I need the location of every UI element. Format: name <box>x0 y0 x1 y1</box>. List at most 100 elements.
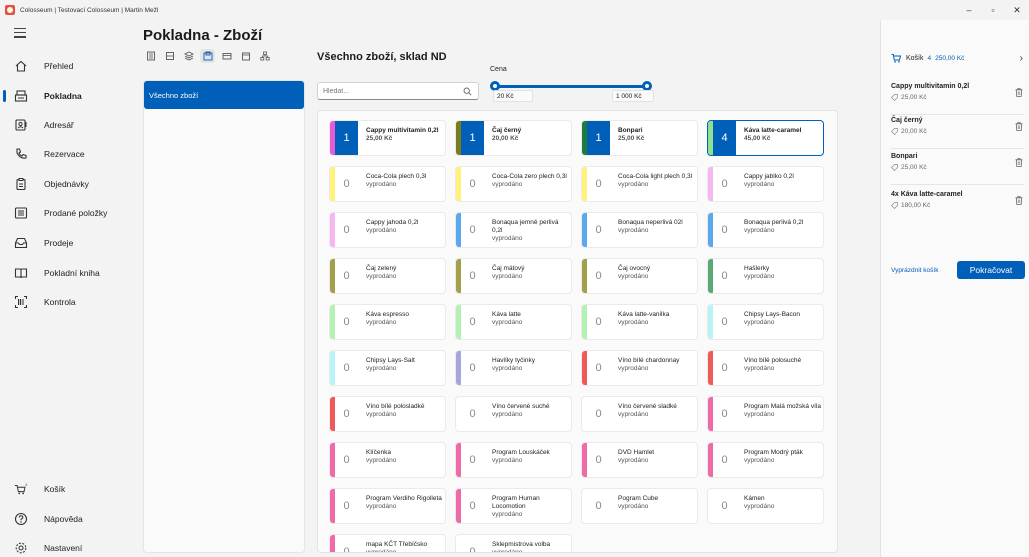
trash-icon[interactable] <box>1015 158 1023 169</box>
toolbar-hierarchy-button[interactable] <box>257 49 272 63</box>
product-tile[interactable]: 0 Havlíky tyčinky vyprodáno <box>455 350 572 386</box>
nav-item-pokladni-kniha[interactable]: Pokladní kniha <box>0 260 122 286</box>
product-tile[interactable]: 4 Káva latte-caramel 45,00 Kč <box>707 120 824 156</box>
product-name: Program Verdiho Rigolleta <box>366 495 442 502</box>
product-tile[interactable]: 0 Víno bílé chardonnay vyprodáno <box>581 350 698 386</box>
nav-item-napoveda[interactable]: Nápověda <box>0 506 122 532</box>
product-tile[interactable]: 0 Čaj ovocný vyprodáno <box>581 258 698 294</box>
nav-item-pokladna[interactable]: Pokladna <box>0 83 122 109</box>
product-tile[interactable]: 0 Program Human Locomotion vyprodáno <box>455 488 572 524</box>
cart-item: Čaj černý 20,00 Kč <box>891 117 1027 147</box>
price-filter-label: Cena <box>490 66 507 73</box>
product-tile[interactable]: 0 Bonaqua perlivá 0,2l vyprodáno <box>707 212 824 248</box>
product-tile[interactable]: 0 Program Verdiho Rigolleta vyprodáno <box>329 488 446 524</box>
product-subtitle: vyprodáno <box>366 180 397 188</box>
chevron-right-icon[interactable]: › <box>1020 53 1023 64</box>
trash-icon[interactable] <box>1015 196 1023 207</box>
product-tile[interactable]: 0 Pogram Cube vyprodáno <box>581 488 698 524</box>
product-tile[interactable]: 0 Víno bílé polosuché vyprodáno <box>707 350 824 386</box>
product-tile[interactable]: 0 Káva espresso vyprodáno <box>329 304 446 340</box>
search-icon[interactable] <box>463 87 472 98</box>
content-title: Všechno zboží, sklad ND <box>317 51 447 63</box>
toolbar-ticket-button[interactable] <box>162 49 177 63</box>
product-tile[interactable]: 0 Chipsy Lays-Bacon vyprodáno <box>707 304 824 340</box>
nav-item-prodane-polozky[interactable]: Prodané položky <box>0 200 122 226</box>
cart-header[interactable]: Košík 4 250,00 Kč <box>891 53 964 63</box>
product-tile[interactable]: 0 Coca-Cola plech 0,3l vyprodáno <box>329 166 446 202</box>
product-quantity: 0 <box>343 454 350 466</box>
minimize-button[interactable]: – <box>957 0 981 20</box>
clear-cart-link[interactable]: Vyprázdnit košík <box>891 267 938 274</box>
product-tile[interactable]: 0 Klíčenka vyprodáno <box>329 442 446 478</box>
product-tile[interactable]: 0 mapa KČT Třebíčsko vyprodáno <box>329 534 446 552</box>
product-tile[interactable]: 0 Víno červené sladké vyprodáno <box>581 396 698 432</box>
nav-item-nastaveni[interactable]: Nastavení <box>0 535 122 557</box>
price-min-value[interactable]: 20 Kč <box>493 90 533 102</box>
product-subtitle: 45,00 Kč <box>744 134 771 142</box>
toolbar-calendar-button[interactable] <box>238 49 253 63</box>
product-tile[interactable]: 0 Víno červené suché vyprodáno <box>455 396 572 432</box>
product-tile[interactable]: 1 Cappy multivitamin 0,2l 25,00 Kč <box>329 120 446 156</box>
toolbar-card-button[interactable] <box>219 49 234 63</box>
product-tile[interactable]: 0 Hašlerky vyprodáno <box>707 258 824 294</box>
product-subtitle: vyprodáno <box>744 502 775 510</box>
nav-item-prodeje[interactable]: Prodeje <box>0 230 122 256</box>
product-quantity: 0 <box>469 178 476 190</box>
product-quantity: 0 <box>343 224 350 236</box>
product-subtitle: vyprodáno <box>618 318 649 326</box>
product-tile[interactable]: 0 Kámen vyprodáno <box>707 488 824 524</box>
product-quantity: 0 <box>469 362 476 374</box>
product-quantity: 0 <box>595 362 602 374</box>
category-item-all[interactable]: Všechno zboží <box>144 81 304 109</box>
product-quantity: 0 <box>595 316 602 328</box>
product-tile[interactable]: 0 Víno bílé polosladké vyprodáno <box>329 396 446 432</box>
inbox-icon <box>14 236 28 250</box>
product-subtitle: vyprodáno <box>618 410 649 418</box>
product-tile[interactable]: 0 Program Modrý pták vyprodáno <box>707 442 824 478</box>
product-tile[interactable]: 0 Coca-Cola zero plech 0,3l vyprodáno <box>455 166 572 202</box>
price-max-value[interactable]: 1 000 Kč <box>612 90 654 102</box>
product-quantity: 4 <box>713 121 736 155</box>
product-tile[interactable]: 0 Káva latte vyprodáno <box>455 304 572 340</box>
product-tile[interactable]: 0 Program Louskáček vyprodáno <box>455 442 572 478</box>
close-button[interactable]: ✕ <box>1005 0 1029 20</box>
product-tile[interactable]: 0 Bonaqua neperlivá 02l vyprodáno <box>581 212 698 248</box>
product-tile[interactable]: 0 Sklepmistrova volba vyprodáno <box>455 534 572 552</box>
nav-item-objednavky[interactable]: Objednávky <box>0 171 122 197</box>
toolbar-goods-button[interactable] <box>200 49 215 63</box>
product-tile[interactable]: 0 Káva latte-vanilka vyprodáno <box>581 304 698 340</box>
product-quantity: 1 <box>461 121 484 155</box>
hamburger-menu-icon[interactable] <box>14 28 26 38</box>
nav-item-kosik[interactable]: 4 Košík <box>0 476 122 502</box>
price-range-slider[interactable] <box>490 81 652 91</box>
product-name: Havlíky tyčinky <box>492 357 535 364</box>
product-subtitle: vyprodáno <box>492 510 523 518</box>
nav-item-adresar[interactable]: Adresář <box>0 112 122 138</box>
product-quantity: 0 <box>343 500 350 512</box>
nav-label: Nápověda <box>44 514 83 524</box>
toolbar-calculator-button[interactable] <box>143 49 158 63</box>
product-tile[interactable]: 0 Čaj zelený vyprodáno <box>329 258 446 294</box>
toolbar-layers-button[interactable] <box>181 49 196 63</box>
nav-item-rezervace[interactable]: Rezervace <box>0 141 122 167</box>
trash-icon[interactable] <box>1015 88 1023 99</box>
nav-item-kontrola[interactable]: Kontrola <box>0 289 122 315</box>
product-tile[interactable]: 0 Cappy jablko 0,2l vyprodáno <box>707 166 824 202</box>
product-tile[interactable]: 0 DVD Hamlet vyprodáno <box>581 442 698 478</box>
continue-button[interactable]: Pokračovat <box>957 261 1025 279</box>
product-tile[interactable]: 1 Čaj černý 20,00 Kč <box>455 120 572 156</box>
title-bar: Colosseum | Testovací Colosseum | Martin… <box>0 0 1029 20</box>
nav-item-prehled[interactable]: Přehled <box>0 53 122 79</box>
trash-icon[interactable] <box>1015 122 1023 133</box>
search-input[interactable] <box>318 83 458 99</box>
product-name: Káva espresso <box>366 311 409 318</box>
product-name: Pogram Cube <box>618 495 659 502</box>
product-tile[interactable]: 0 Cappy jahoda 0,2l vyprodáno <box>329 212 446 248</box>
product-tile[interactable]: 0 Bonaqua jemně perlivá 0,2l vyprodáno <box>455 212 572 248</box>
maximize-button[interactable]: ▫ <box>981 0 1005 20</box>
product-tile[interactable]: 1 Bonpari 25,00 Kč <box>581 120 698 156</box>
product-tile[interactable]: 0 Program Malá možská víla vyprodáno <box>707 396 824 432</box>
product-tile[interactable]: 0 Coca-Cola light plech 0,3l vyprodáno <box>581 166 698 202</box>
product-tile[interactable]: 0 Chipsy Lays-Salt vyprodáno <box>329 350 446 386</box>
product-tile[interactable]: 0 Čaj mátový vyprodáno <box>455 258 572 294</box>
